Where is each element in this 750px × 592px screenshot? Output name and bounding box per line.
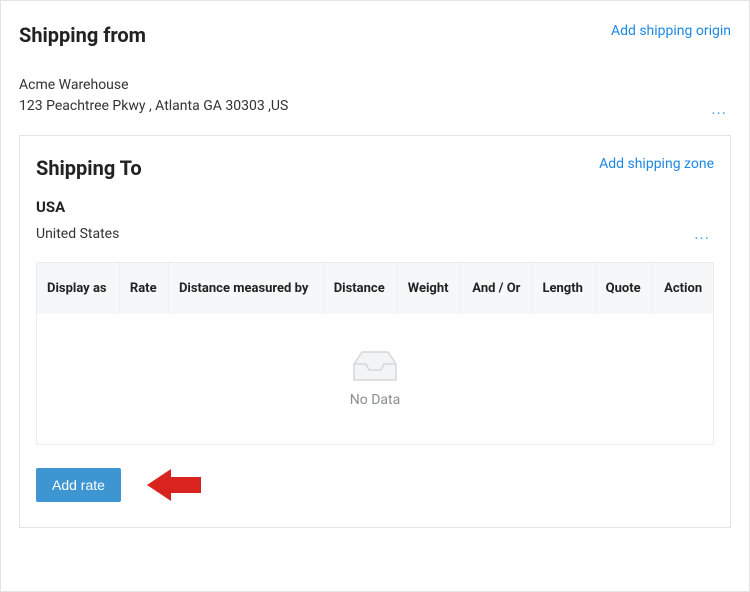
rates-table-empty-cell: No Data	[37, 314, 713, 444]
add-shipping-origin-link[interactable]: Add shipping origin	[611, 23, 731, 39]
inbox-icon	[352, 350, 398, 384]
rates-table-empty-row: No Data	[37, 314, 713, 444]
shipping-to-title: Shipping To	[36, 156, 142, 180]
zone-block: USA United States ...	[36, 198, 714, 242]
add-rate-button[interactable]: Add rate	[36, 468, 121, 502]
shipping-origin-panel: Shipping from Add shipping origin Acme W…	[0, 0, 750, 592]
rates-table-wrap: Display as Rate Distance measured by Dis…	[36, 262, 714, 445]
col-and-or: And / Or	[461, 263, 532, 314]
zone-country: United States	[36, 226, 119, 242]
add-shipping-zone-link[interactable]: Add shipping zone	[599, 156, 714, 172]
no-data-inner: No Data	[37, 314, 713, 444]
origin-name: Acme Warehouse	[19, 75, 288, 96]
zone-name: USA	[36, 198, 714, 216]
origin-more-icon[interactable]: ...	[707, 101, 731, 117]
col-distance: Distance	[323, 263, 397, 314]
col-quote: Quote	[595, 263, 653, 314]
col-rate: Rate	[119, 263, 168, 314]
origin-details: Acme Warehouse 123 Peachtree Pkwy , Atla…	[19, 75, 288, 117]
rates-table: Display as Rate Distance measured by Dis…	[37, 263, 713, 444]
add-rate-row: Add rate	[36, 467, 714, 503]
zone-country-row: United States ...	[36, 226, 714, 242]
col-display-as: Display as	[37, 263, 119, 314]
shipping-to-panel: Shipping To Add shipping zone USA United…	[19, 135, 731, 528]
arrow-left-icon	[147, 467, 201, 503]
col-action: Action	[653, 263, 713, 314]
zone-more-icon[interactable]: ...	[690, 226, 714, 242]
origin-address: 123 Peachtree Pkwy , Atlanta GA 30303 ,U…	[19, 96, 288, 117]
no-data-label: No Data	[350, 392, 400, 408]
shipping-from-title: Shipping from	[19, 23, 146, 47]
col-length: Length	[532, 263, 595, 314]
shipping-from-header: Shipping from Add shipping origin	[19, 23, 731, 47]
col-weight: Weight	[397, 263, 461, 314]
origin-block: Acme Warehouse 123 Peachtree Pkwy , Atla…	[19, 75, 731, 117]
col-distance-measured-by: Distance measured by	[168, 263, 323, 314]
shipping-to-header: Shipping To Add shipping zone	[36, 156, 714, 180]
rates-table-header-row: Display as Rate Distance measured by Dis…	[37, 263, 713, 314]
